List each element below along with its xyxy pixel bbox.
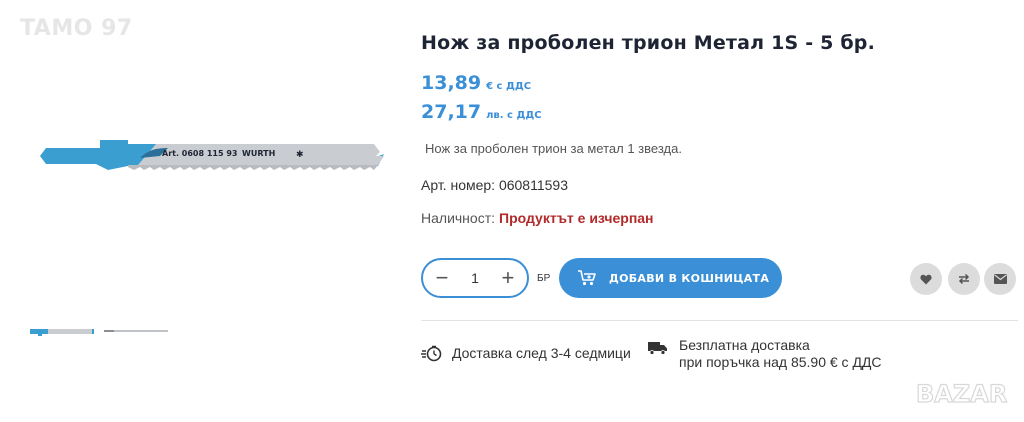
envelope-icon — [993, 274, 1007, 284]
product-image[interactable]: Art. 0608 115 93 WURTH ✱ — [38, 134, 384, 176]
compare-icon — [958, 273, 970, 285]
add-to-cart-button[interactable]: ДОБАВИ В КОШНИЦАТА — [559, 258, 782, 298]
shipping-line-1: Безплатна доставка — [679, 337, 810, 353]
watermark-tamo: TAMO 97 — [20, 16, 133, 41]
quantity-unit: БР — [537, 273, 551, 284]
product-image-brand-text: WURTH — [242, 149, 275, 158]
quantity-plus-button[interactable]: + — [497, 267, 519, 289]
price-eur-unit: € с ДДС — [486, 81, 532, 92]
truck-icon — [648, 341, 668, 355]
availability-status: Продуктът е изчерпан — [499, 210, 654, 226]
divider — [421, 320, 1018, 321]
delivery-info: Доставка след 3-4 седмици — [421, 344, 631, 362]
quantity-minus-button[interactable]: − — [431, 267, 453, 289]
wishlist-button[interactable] — [910, 263, 942, 295]
price-eur-amount: 13,89 — [421, 72, 482, 94]
article-number: Арт. номер: 060811593 — [421, 177, 568, 193]
thumbnail-1[interactable] — [30, 324, 94, 338]
shipping-info: Безплатна доставка при поръчка над 85.90… — [648, 337, 882, 371]
price-bgn: 27,17 лв. с ДДС — [421, 101, 542, 123]
quantity-input[interactable]: 1 — [471, 270, 479, 286]
product-title: Нож за проболен трион Метал 1S - 5 бр. — [421, 32, 876, 54]
availability-label: Наличност: — [421, 210, 495, 226]
product-image-art-text: Art. 0608 115 93 — [162, 149, 237, 158]
price-bgn-unit: лв. с ДДС — [486, 110, 542, 121]
bazar-logo: BAZAR — [915, 379, 1008, 408]
price-eur: 13,89 € с ДДС — [421, 72, 531, 94]
delivery-text: Доставка след 3-4 седмици — [452, 345, 631, 361]
product-description: Нож за проболен трион за метал 1 звезда. — [425, 141, 682, 156]
thumbnail-2[interactable] — [104, 324, 168, 338]
add-to-cart-label: ДОБАВИ В КОШНИЦАТА — [609, 271, 770, 285]
fast-delivery-icon — [421, 344, 443, 362]
cart-plus-icon — [577, 269, 597, 287]
quantity-stepper: − 1 + — [421, 258, 529, 298]
shipping-line-2: при поръчка над 85.90 € с ДДС — [679, 354, 882, 370]
availability: Наличност: Продуктът е изчерпан — [421, 210, 654, 226]
bazar-logo-text: BAZAR — [916, 380, 1007, 408]
email-button[interactable] — [984, 263, 1016, 295]
compare-button[interactable] — [948, 263, 980, 295]
heart-icon — [920, 274, 932, 285]
price-bgn-amount: 27,17 — [421, 101, 482, 123]
svg-text:✱: ✱ — [296, 150, 304, 160]
